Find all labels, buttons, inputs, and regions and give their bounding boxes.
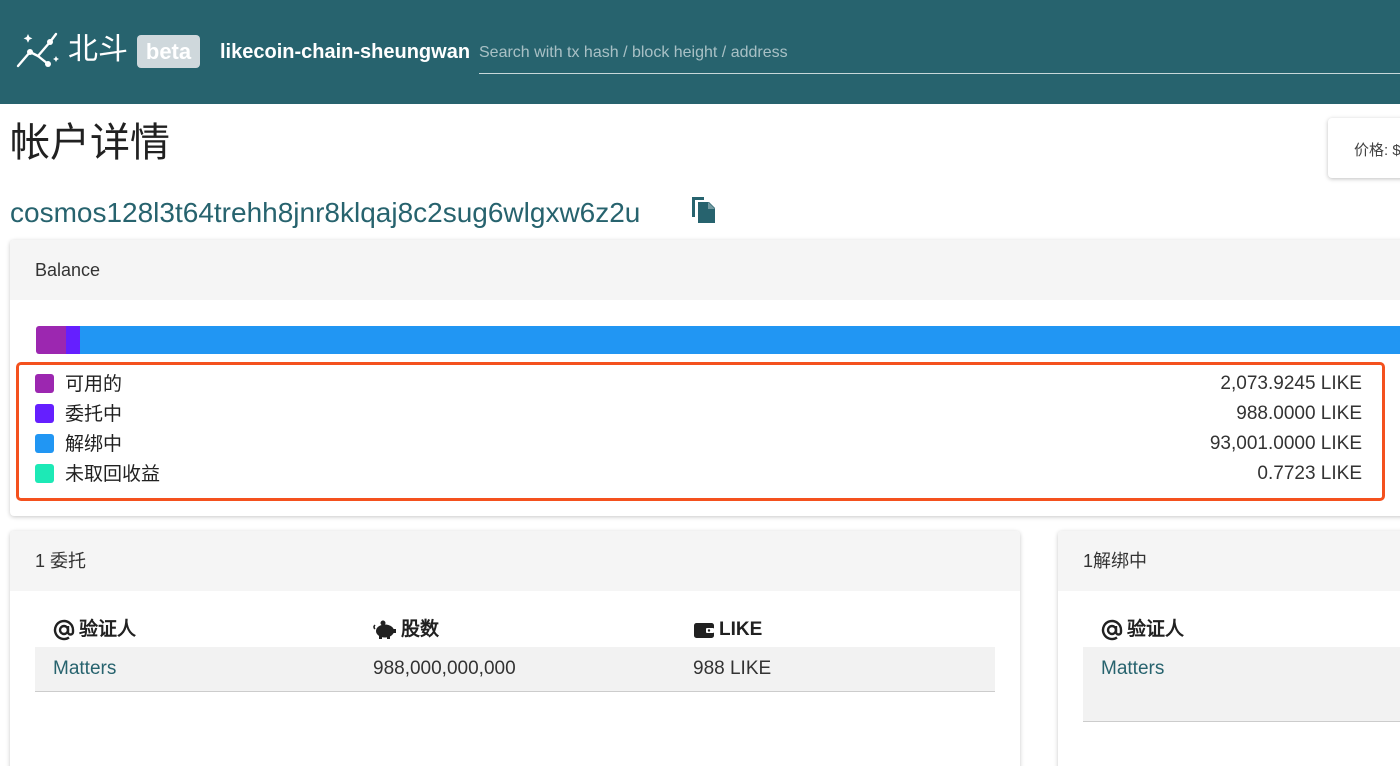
unbonding-swatch	[35, 434, 54, 453]
at-icon	[1101, 619, 1123, 641]
wallet-icon	[694, 623, 714, 638]
table-row: Matters	[1083, 647, 1400, 722]
top-navbar: 北斗 beta likecoin-chain-sheungwan	[0, 0, 1400, 104]
column-header-validator[interactable]: 验证人	[53, 617, 136, 643]
price-card: 价格: $	[1328, 118, 1400, 178]
shares-cell: 988,000,000,000	[373, 658, 516, 679]
price-label: 价格: $	[1354, 142, 1400, 159]
unbonding-segment	[80, 326, 1400, 354]
delegations-card: 1 委托 验证人 股数 LIKE Matters 988,000,000,000…	[10, 531, 1020, 766]
account-address: cosmos128l3t64trehh8jnr8klqaj8c2sug6wlgx…	[10, 197, 641, 228]
balance-legend: 可用的 2,073.9245 LIKE 委托中 988.0000 LIKE 解绑…	[16, 362, 1385, 501]
legend-label: 解绑中	[65, 433, 123, 455]
legend-item-delegated: 委托中 988.0000 LIKE	[19, 399, 1382, 429]
legend-value: 988.0000 LIKE	[1236, 403, 1362, 424]
validator-link[interactable]: Matters	[53, 657, 116, 681]
brand-name[interactable]: 北斗	[68, 30, 128, 70]
legend-item-unbonding: 解绑中 93,001.0000 LIKE	[19, 429, 1382, 459]
search-input[interactable]	[479, 40, 1400, 74]
legend-item-available: 可用的 2,073.9245 LIKE	[19, 369, 1382, 399]
column-header-like[interactable]: LIKE	[693, 617, 762, 643]
column-header-validator[interactable]: 验证人	[1101, 617, 1184, 643]
balance-bar	[36, 326, 1400, 354]
delegated-segment	[65, 326, 81, 354]
legend-value: 93,001.0000 LIKE	[1209, 433, 1362, 454]
balance-card-title: Balance	[10, 240, 1400, 300]
column-header-label: 验证人	[1127, 619, 1185, 640]
balance-card: Balance 可用的 2,073.9245 LIKE 委托中 988.0000…	[10, 240, 1400, 516]
column-header-label: LIKE	[719, 619, 763, 640]
legend-value: 0.7723 LIKE	[1257, 463, 1362, 484]
table-row: Matters 988,000,000,000 988 LIKE	[35, 647, 995, 692]
available-swatch	[35, 374, 54, 393]
legend-item-rewards: 未取回收益 0.7723 LIKE	[19, 459, 1382, 489]
unbonding-card: 1解绑中 验证人 Matters	[1058, 531, 1400, 766]
legend-label: 未取回收益	[65, 463, 161, 485]
unbonding-card-title: 1解绑中	[1058, 531, 1400, 591]
column-header-shares[interactable]: 股数	[373, 617, 439, 643]
delegated-swatch	[35, 404, 54, 423]
available-segment	[36, 326, 66, 354]
piggy-bank-icon	[373, 620, 396, 639]
rewards-swatch	[35, 464, 54, 483]
legend-value: 2,073.9245 LIKE	[1220, 373, 1362, 394]
chain-name[interactable]: likecoin-chain-sheungwan	[220, 40, 470, 64]
validator-link[interactable]: Matters	[1101, 657, 1164, 681]
column-header-label: 验证人	[79, 619, 137, 640]
column-header-label: 股数	[401, 619, 440, 640]
page-title: 帐户详情	[10, 120, 170, 166]
delegations-card-title: 1 委托	[10, 531, 1020, 591]
legend-label: 可用的	[65, 373, 123, 395]
constellation-icon[interactable]	[14, 30, 60, 72]
beta-badge: beta	[137, 35, 200, 68]
copy-icon[interactable]	[690, 194, 716, 224]
legend-label: 委托中	[65, 403, 123, 425]
amount-cell: 988 LIKE	[693, 658, 772, 679]
at-icon	[53, 619, 75, 641]
